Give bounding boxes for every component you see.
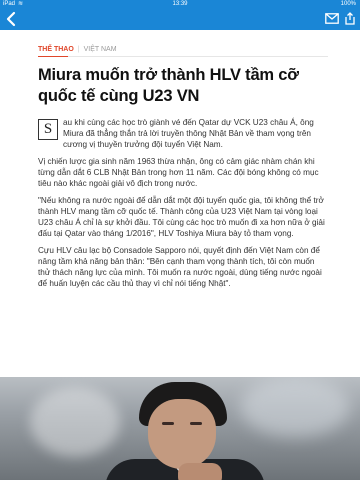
article-title: Miura muốn trở thành HLV tầm cỡ quốc tế … — [38, 66, 299, 105]
chevron-left-icon[interactable] — [4, 11, 18, 27]
article-paragraph: Cựu HLV câu lạc bộ Consadole Sapporo nói… — [38, 246, 322, 288]
subcategory-link[interactable]: VIỆT NAM — [84, 46, 117, 53]
article: THỂ THAO | VIỆT NAM Miura muốn trở thành H… — [38, 30, 328, 289]
mail-icon[interactable] — [325, 13, 339, 24]
category-link[interactable]: THỂ THAO — [38, 46, 74, 53]
share-icon[interactable] — [344, 12, 356, 25]
breadcrumb-separator: | — [77, 46, 80, 53]
battery-indicator: 100% — [340, 1, 356, 7]
article-lead: Sau khi cùng các học trò giành vé đến Qa… — [38, 117, 328, 150]
photo-hand — [178, 463, 222, 480]
lead-text: au khi cùng các học trò giành vé đến Qat… — [63, 118, 314, 149]
photo-face — [148, 399, 216, 469]
drop-cap: S — [38, 119, 58, 140]
article-paragraph: Vị chiến lược gia sinh năm 1963 thừa nhậ… — [38, 157, 319, 188]
photo-background — [30, 387, 120, 457]
status-bar: iPad ≋ 13:39 100% — [0, 0, 360, 8]
toolbar — [0, 8, 360, 30]
photo-eye — [162, 422, 174, 425]
article-paragraph: "Nếu không ra nước ngoài để dẫn dắt một … — [38, 196, 325, 238]
breadcrumb: THỂ THAO | VIỆT NAM — [38, 45, 328, 54]
photo-background — [240, 377, 350, 437]
photo-eye — [190, 422, 202, 425]
clock: 13:39 — [172, 1, 188, 7]
article-photo[interactable] — [0, 377, 360, 480]
category-divider — [38, 56, 328, 57]
